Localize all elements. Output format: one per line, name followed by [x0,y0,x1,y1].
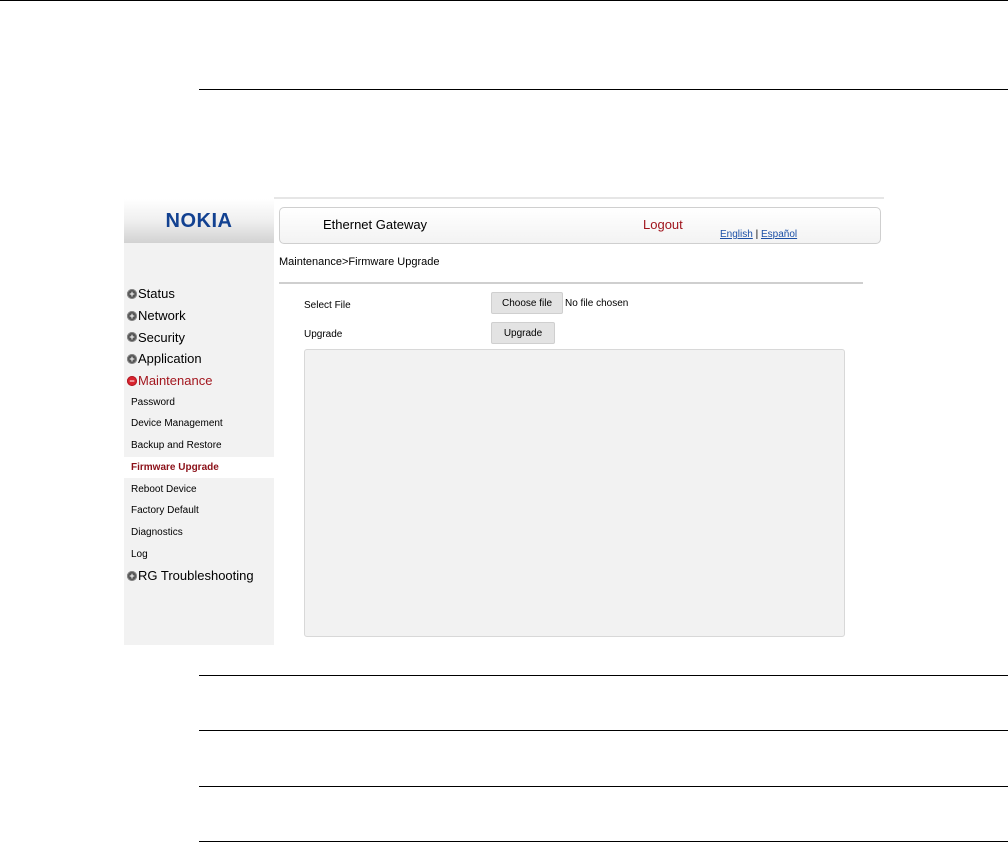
sidebar-menu: + Status + Network + Security + Application − Mai… [124,283,274,587]
upgrade-label: Upgrade [304,329,343,340]
sidebar-subitem-reboot-device[interactable]: Reboot Device [124,478,274,500]
sidebar-subitem-log[interactable]: Log [124,543,274,565]
header-bar: Ethernet Gateway Logout English | Españo… [279,207,881,244]
sidebar-item-rg-troubleshooting[interactable]: + RG Troubleshooting [124,565,274,587]
collapse-icon: − [127,375,137,386]
sidebar-item-maintenance[interactable]: − Maintenance [124,370,274,392]
choose-file-button[interactable]: Choose file [491,292,563,314]
upgrade-status-area[interactable] [304,349,845,637]
sidebar-item-label: Network [138,308,186,324]
sidebar-item-label: Maintenance [138,373,213,389]
lang-english-link[interactable]: English [720,229,753,240]
language-switcher: English | Español [720,229,797,240]
section-rule-2 [199,675,1008,676]
section-rule-3 [199,730,1008,731]
sidebar-subitem-factory-default[interactable]: Factory Default [124,500,274,522]
sidebar-item-network[interactable]: + Network [124,305,274,327]
sidebar-subitem-firmware-upgrade[interactable]: Firmware Upgrade [124,456,274,479]
breadcrumb: Maintenance>Firmware Upgrade [279,256,440,268]
router-web-ui: NOKIA + Status + Network + Security + Applicati… [124,197,884,645]
sidebar-item-security[interactable]: + Security [124,326,274,348]
sidebar-subitem-diagnostics[interactable]: Diagnostics [124,522,274,544]
select-file-label: Select File [304,300,351,311]
sidebar-item-label: RG Troubleshooting [138,568,254,584]
sidebar-item-application[interactable]: + Application [124,348,274,370]
page-top-rule [0,0,1008,1]
expand-icon: + [127,288,137,299]
sidebar-subitem-password[interactable]: Password [124,391,274,413]
sidebar-item-label: Status [138,286,175,302]
sidebar-item-status[interactable]: + Status [124,283,274,305]
sidebar-item-label: Application [138,351,202,367]
section-rule-1 [199,89,1008,90]
upgrade-button[interactable]: Upgrade [491,322,555,344]
sidebar-subitem-device-management[interactable]: Device Management [124,413,274,435]
lang-separator: | [755,229,759,240]
sidebar-subitem-backup-and-restore[interactable]: Backup and Restore [124,435,274,457]
logout-link[interactable]: Logout [643,217,683,232]
expand-icon: + [127,332,137,343]
logo-text: NOKIA [165,209,233,232]
sidebar-item-label: Security [138,329,185,345]
lang-spanish-link[interactable]: Español [761,229,797,240]
content-divider [279,282,863,284]
file-status-text: No file chosen [565,298,629,309]
section-rule-4 [199,786,1008,787]
expand-icon: + [127,310,137,321]
device-title: Ethernet Gateway [323,217,428,232]
top-divider [274,197,884,199]
expand-icon: + [127,353,137,364]
expand-icon: + [127,570,137,581]
sidebar-nav: + Status + Network + Security + Application − Mai… [124,243,274,645]
nokia-logo: NOKIA [124,199,274,243]
section-rule-5 [199,841,1008,842]
